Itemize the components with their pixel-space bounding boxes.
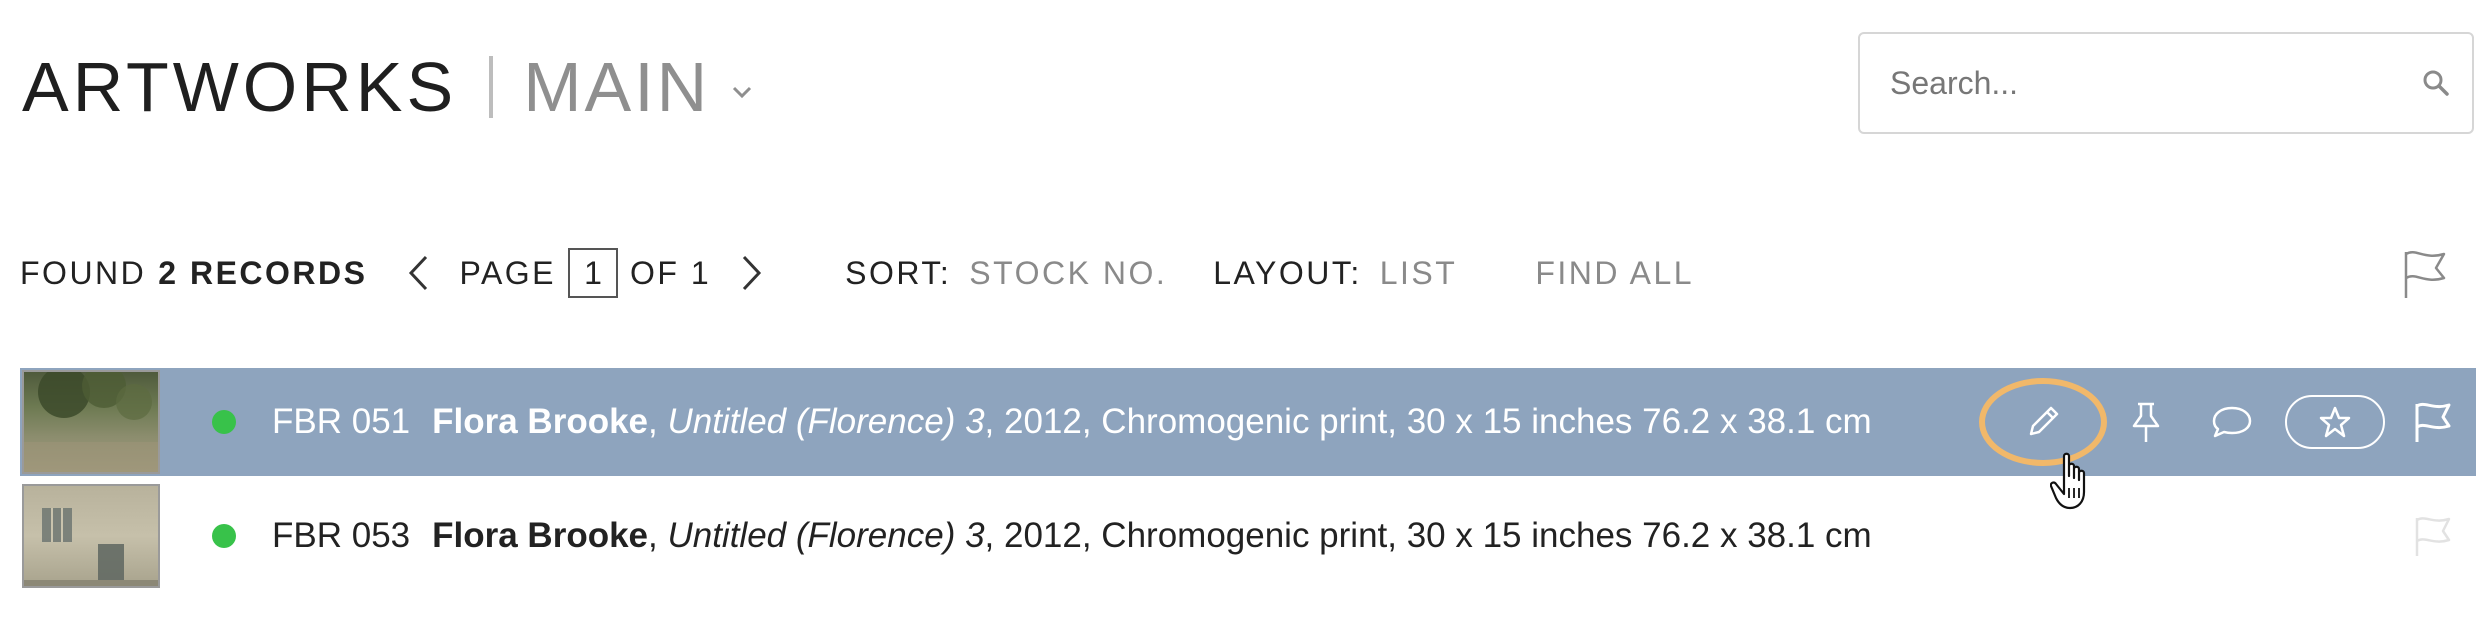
layout-dropdown[interactable]: LIST bbox=[1380, 255, 1458, 292]
sort-dropdown[interactable]: STOCK NO. bbox=[969, 255, 1167, 292]
favorite-button[interactable] bbox=[2280, 368, 2390, 476]
chevron-right-icon bbox=[743, 255, 762, 291]
page-title: ARTWORKS bbox=[22, 48, 458, 126]
artwork-thumbnail[interactable] bbox=[22, 370, 160, 474]
record-summary: FBR 053 Flora Brooke, Untitled (Florence)… bbox=[272, 516, 1872, 555]
search-input[interactable] bbox=[1888, 63, 2420, 103]
view-selector-label[interactable]: MAIN bbox=[523, 47, 710, 127]
flag-button[interactable] bbox=[2390, 368, 2476, 476]
favorite-pill bbox=[2285, 395, 2385, 449]
flag-button[interactable] bbox=[2390, 482, 2476, 590]
row-actions bbox=[2390, 482, 2476, 590]
facade-image bbox=[24, 508, 158, 586]
artwork-details: , 2012, Chromogenic print, 30 x 15 inche… bbox=[984, 402, 1872, 441]
artist-name: Flora Brooke bbox=[432, 402, 649, 441]
chevron-left-icon bbox=[409, 255, 428, 291]
layout-label: LAYOUT: bbox=[1213, 254, 1362, 291]
tree-image bbox=[24, 372, 158, 472]
found-label: FOUND bbox=[20, 254, 147, 291]
flag-icon bbox=[2415, 517, 2451, 556]
pin-button[interactable] bbox=[2108, 368, 2184, 476]
star-icon bbox=[2319, 406, 2351, 438]
stock-number: FBR 053 bbox=[272, 516, 411, 555]
record-count: 2 RECORDS bbox=[158, 254, 368, 291]
sort-label: SORT: bbox=[845, 254, 952, 291]
status-dot bbox=[212, 524, 236, 548]
flag-icon[interactable] bbox=[2402, 248, 2448, 300]
record-row[interactable]: FBR 053 Flora Brooke, Untitled (Florence)… bbox=[20, 482, 2476, 590]
hand-cursor-icon bbox=[2050, 452, 2086, 510]
results-toolbar: FOUND 2 RECORDS PAGE 1 OF 1 SORT: STOCK … bbox=[20, 245, 2488, 301]
search-box bbox=[1858, 32, 2474, 134]
comment-icon bbox=[2212, 406, 2252, 438]
artwork-thumbnail[interactable] bbox=[22, 484, 160, 588]
title-divider bbox=[489, 56, 494, 118]
artwork-details: , 2012, Chromogenic print, 30 x 15 inche… bbox=[984, 516, 1872, 555]
record-row[interactable]: FBR 051 Flora Brooke, Untitled (Florence)… bbox=[20, 368, 2476, 476]
find-all-button[interactable]: FIND ALL bbox=[1535, 255, 1694, 292]
stock-number: FBR 051 bbox=[272, 402, 411, 441]
search-icon[interactable] bbox=[2420, 67, 2452, 99]
artist-name: Flora Brooke bbox=[432, 516, 649, 555]
pin-icon bbox=[2132, 402, 2160, 442]
status-dot bbox=[212, 410, 236, 434]
page-total-label: OF 1 bbox=[630, 254, 712, 291]
record-summary: FBR 051 Flora Brooke, Untitled (Florence)… bbox=[272, 402, 1872, 441]
flag-icon bbox=[2415, 402, 2451, 442]
chevron-down-icon[interactable] bbox=[730, 80, 754, 104]
comment-button[interactable] bbox=[2184, 368, 2280, 476]
artwork-title: Untitled (Florence) 3 bbox=[667, 402, 985, 441]
page-number-input[interactable]: 1 bbox=[568, 248, 619, 298]
page-label: PAGE bbox=[459, 254, 557, 291]
next-page-button[interactable] bbox=[737, 251, 767, 295]
prev-page-button[interactable] bbox=[403, 251, 433, 295]
page-header: ARTWORKS MAIN bbox=[22, 42, 754, 132]
artwork-title: Untitled (Florence) 3 bbox=[667, 516, 985, 555]
